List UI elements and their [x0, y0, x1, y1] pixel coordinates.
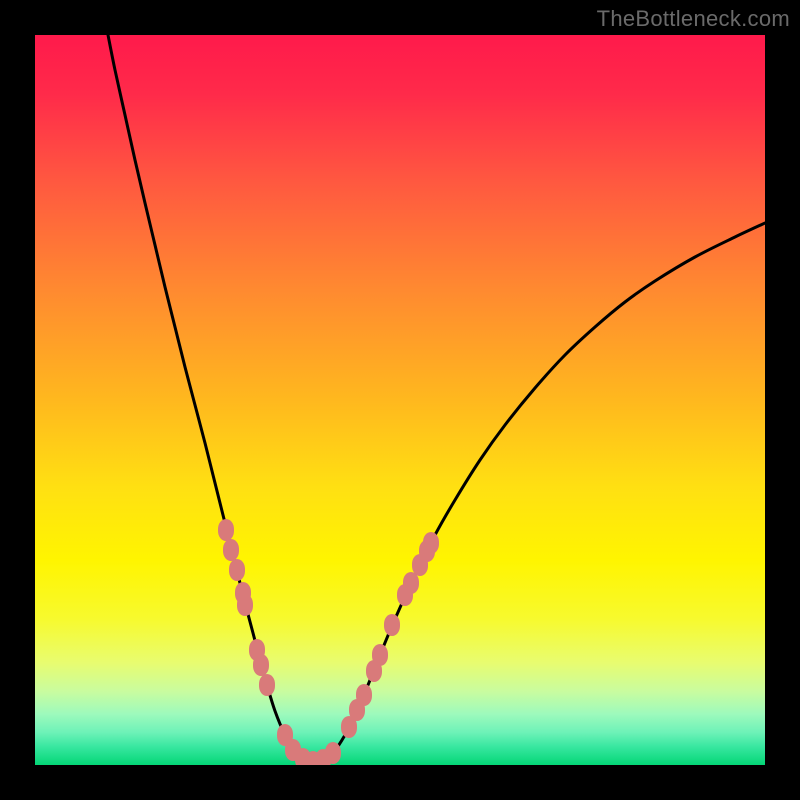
data-marker [218, 519, 234, 541]
bottleneck-chart [35, 35, 765, 765]
data-marker [253, 654, 269, 676]
data-marker [423, 532, 439, 554]
chart-background [35, 35, 765, 765]
data-marker [384, 614, 400, 636]
data-marker [223, 539, 239, 561]
data-marker [237, 594, 253, 616]
data-marker [372, 644, 388, 666]
data-marker [325, 742, 341, 764]
data-marker [403, 572, 419, 594]
data-marker [356, 684, 372, 706]
data-marker [229, 559, 245, 581]
chart-frame [35, 35, 765, 765]
watermark-text: TheBottleneck.com [597, 6, 790, 32]
data-marker [259, 674, 275, 696]
